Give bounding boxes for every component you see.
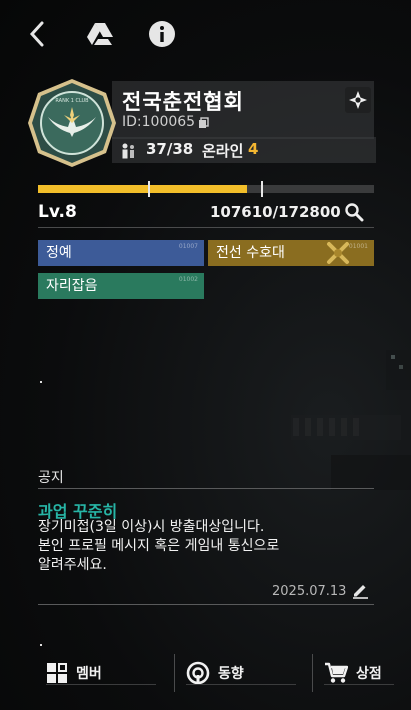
club-tag[interactable]: 자리잡음 01002 — [38, 273, 204, 299]
club-name: 전국춘전협회 — [122, 90, 244, 114]
divider — [186, 684, 296, 685]
activity-icon — [186, 661, 210, 685]
divider — [312, 654, 313, 692]
notice-line: 장기미접(3일 이상)시 방출대상입니다. — [38, 519, 265, 535]
online-count: 4 — [248, 140, 259, 158]
top-bar — [22, 18, 222, 54]
decorative-dot — [40, 381, 42, 383]
bottom-nav: 멤버 동향 상점 — [0, 640, 411, 710]
member-count: 37/38 — [146, 140, 194, 158]
back-icon[interactable] — [22, 18, 54, 50]
club-tag[interactable]: 정예 01007 — [38, 240, 204, 266]
emblem-text: RANK 1 CLUB — [55, 98, 89, 104]
nav-activity-label: 동향 — [218, 666, 244, 682]
club-level: Lv.8 — [38, 202, 77, 222]
club-tag[interactable]: 전선 수호대 01001 — [208, 240, 374, 266]
divider — [174, 654, 175, 692]
notice-line: 알려주세요. — [38, 557, 107, 573]
notice-body: 장기미접(3일 이상)시 방출대상입니다. 본인 프로필 메시지 혹은 게임내 … — [38, 518, 374, 575]
tag-label: 자리잡음 — [46, 278, 98, 294]
tag-label: 정예 — [46, 245, 72, 261]
xp-value: 107610/172800 — [210, 203, 341, 221]
tag-label: 전선 수호대 — [216, 245, 285, 261]
club-emblem: RANK 1 CLUB — [28, 79, 116, 167]
club-settings-button[interactable] — [345, 87, 371, 113]
google-drive-icon[interactable] — [84, 18, 116, 50]
nav-shop-label: 상점 — [356, 666, 382, 682]
tag-code: 01007 — [178, 243, 198, 250]
club-id: ID:100065 — [122, 114, 196, 130]
info-icon[interactable] — [146, 18, 178, 50]
tag-code: 01002 — [178, 276, 198, 283]
divider — [324, 684, 394, 685]
members-icon — [122, 143, 134, 159]
search-icon[interactable] — [344, 202, 364, 222]
xp-progress-fill — [38, 185, 247, 193]
tag-code: 01001 — [348, 243, 368, 250]
divider — [38, 488, 374, 489]
notice-heading: 공지 — [38, 470, 64, 486]
crossed-swords-icon — [327, 242, 349, 264]
divider — [38, 604, 374, 605]
divider — [38, 227, 374, 228]
notice-date: 2025.07.13 — [272, 584, 347, 599]
members-grid-icon — [47, 663, 67, 683]
nav-members-label: 멤버 — [76, 666, 102, 682]
notice-line: 본인 프로필 메시지 혹은 게임내 통신으로 — [38, 538, 280, 554]
copy-icon[interactable] — [198, 117, 210, 129]
edit-pencil-icon[interactable] — [351, 581, 369, 599]
background-scene — [291, 350, 411, 490]
xp-marker — [148, 181, 150, 197]
shopping-cart-icon — [325, 662, 348, 683]
xp-marker — [261, 181, 263, 197]
divider — [46, 684, 156, 685]
online-label: 온라인 — [202, 142, 244, 160]
